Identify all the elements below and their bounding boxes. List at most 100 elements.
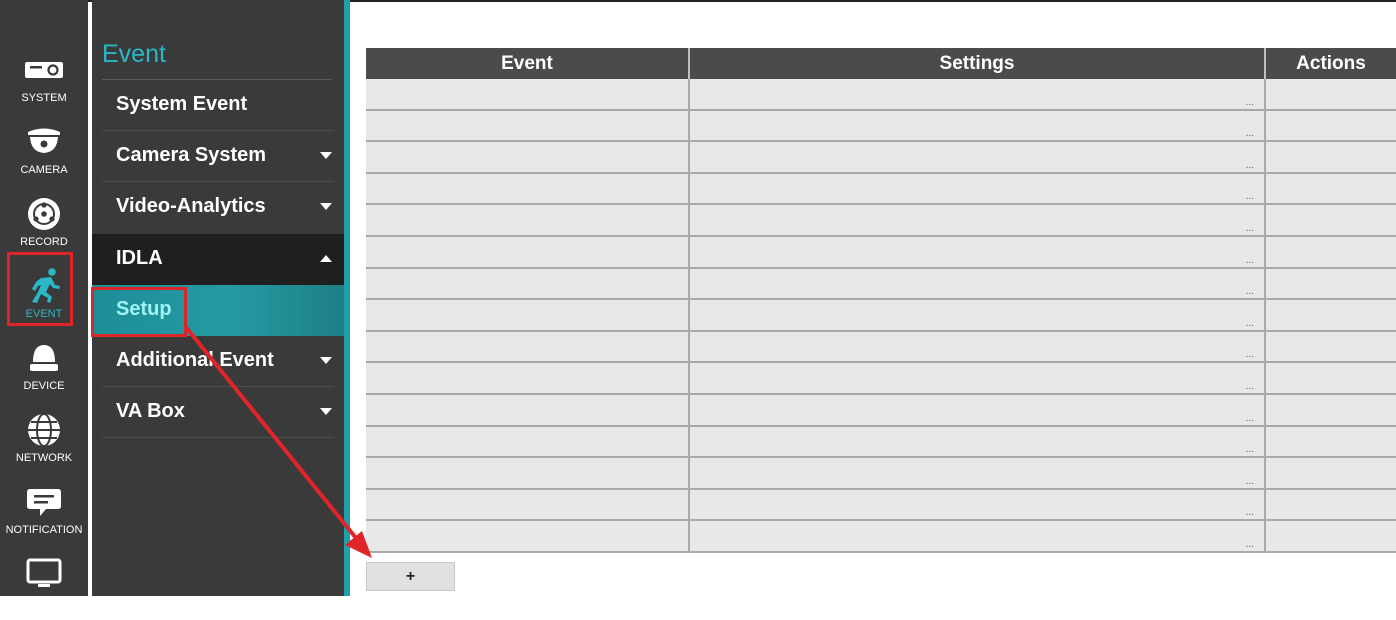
rail-system-label: SYSTEM (21, 92, 67, 104)
settings-ellipsis[interactable]: ... (1246, 413, 1254, 424)
actions-cell[interactable] (1266, 300, 1396, 332)
event-cell[interactable] (366, 79, 690, 111)
settings-cell[interactable]: ... (690, 426, 1266, 459)
actions-cell[interactable] (1266, 458, 1396, 490)
menu-item-camera-system[interactable]: Camera System (102, 131, 344, 182)
rail-device[interactable]: DEVICE (0, 332, 88, 404)
menu-item-system-event[interactable]: System Event (102, 80, 344, 131)
settings-cell[interactable]: ... (690, 521, 1266, 553)
menu-item-label: System Event (116, 93, 248, 115)
setup-highlight-box (91, 287, 187, 337)
menu-item-additional-event[interactable]: Additional Event (102, 336, 344, 387)
settings-cell[interactable]: ... (690, 173, 1266, 206)
settings-ellipsis[interactable]: ... (1246, 160, 1254, 171)
chevron-up-icon (320, 255, 332, 262)
settings-ellipsis[interactable]: ... (1246, 381, 1254, 392)
event-cell[interactable] (366, 268, 690, 301)
actions-cell[interactable] (1266, 142, 1396, 174)
rail-record[interactable]: RECORD (0, 188, 88, 260)
event-cell[interactable] (366, 237, 690, 269)
event-cell[interactable] (366, 426, 690, 459)
actions-cell[interactable] (1266, 268, 1396, 301)
actions-cell[interactable] (1266, 521, 1396, 553)
chevron-down-icon (320, 357, 332, 364)
table-row: ... (366, 426, 1396, 459)
add-event-button[interactable]: + (366, 562, 455, 591)
settings-ellipsis[interactable]: ... (1246, 476, 1254, 487)
event-cell[interactable] (366, 142, 690, 174)
settings-ellipsis[interactable]: ... (1246, 255, 1254, 266)
table-row: ... (366, 110, 1396, 143)
settings-cell[interactable]: ... (690, 237, 1266, 269)
actions-cell[interactable] (1266, 395, 1396, 427)
rail-network[interactable]: NETWORK (0, 404, 88, 476)
settings-cell[interactable]: ... (690, 268, 1266, 301)
event-cell[interactable] (366, 489, 690, 522)
settings-cell[interactable]: ... (690, 79, 1266, 111)
table-row: ... (366, 79, 1396, 111)
rail-system[interactable]: SYSTEM (0, 44, 88, 116)
actions-cell[interactable] (1266, 173, 1396, 206)
rail-display[interactable]: DISPLAY (0, 548, 88, 620)
settings-cell[interactable]: ... (690, 142, 1266, 174)
settings-cell[interactable]: ... (690, 300, 1266, 332)
settings-cell[interactable]: ... (690, 489, 1266, 522)
panel-divider (344, 0, 350, 596)
event-cell[interactable] (366, 363, 690, 395)
event-cell[interactable] (366, 395, 690, 427)
notification-icon (27, 489, 61, 516)
actions-cell[interactable] (1266, 489, 1396, 522)
actions-cell[interactable] (1266, 205, 1396, 237)
table-row: ... (366, 300, 1396, 332)
menu-item-va-box[interactable]: VA Box (102, 387, 344, 438)
settings-cell[interactable]: ... (690, 110, 1266, 143)
actions-cell[interactable] (1266, 79, 1396, 111)
settings-ellipsis[interactable]: ... (1246, 287, 1254, 297)
menu-item-label: VA Box (116, 400, 185, 422)
settings-cell[interactable]: ... (690, 331, 1266, 364)
settings-ellipsis[interactable]: ... (1246, 129, 1254, 139)
settings-cell[interactable]: ... (690, 458, 1266, 490)
settings-ellipsis[interactable]: ... (1246, 508, 1254, 518)
display-icon (26, 558, 62, 587)
rail-notification[interactable]: NOTIFICATION (0, 476, 88, 548)
menu-item-divider (102, 437, 334, 438)
settings-cell[interactable]: ... (690, 205, 1266, 237)
settings-ellipsis[interactable]: ... (1246, 445, 1254, 455)
rail-device-label: DEVICE (23, 380, 65, 392)
table-header: Event Settings Actions (366, 48, 1396, 79)
event-cell[interactable] (366, 458, 690, 490)
actions-cell[interactable] (1266, 426, 1396, 459)
table-row: ... (366, 268, 1396, 301)
system-icon (25, 62, 63, 78)
settings-ellipsis[interactable]: ... (1246, 97, 1254, 108)
event-cell[interactable] (366, 110, 690, 143)
actions-cell[interactable] (1266, 237, 1396, 269)
event-cell[interactable] (366, 521, 690, 553)
menu-item-label: IDLA (116, 247, 163, 269)
rail-camera[interactable]: CAMERA (0, 116, 88, 188)
event-cell[interactable] (366, 205, 690, 237)
settings-ellipsis[interactable]: ... (1246, 223, 1254, 234)
table-row: ... (366, 521, 1396, 553)
network-icon (28, 413, 60, 447)
rail-record-label: RECORD (20, 236, 68, 248)
event-cell[interactable] (366, 300, 690, 332)
settings-cell[interactable]: ... (690, 363, 1266, 395)
menu-item-video-analytics[interactable]: Video-Analytics (102, 182, 344, 233)
event-cell[interactable] (366, 331, 690, 364)
settings-cell[interactable]: ... (690, 395, 1266, 427)
actions-cell[interactable] (1266, 331, 1396, 364)
chevron-down-icon (320, 152, 332, 159)
menu-title: Event (102, 40, 166, 68)
settings-ellipsis[interactable]: ... (1246, 539, 1254, 550)
event-cell[interactable] (366, 173, 690, 206)
settings-ellipsis[interactable]: ... (1246, 192, 1254, 202)
menu-item-idla[interactable]: IDLA (92, 234, 344, 285)
column-header-settings: Settings (690, 48, 1266, 79)
settings-ellipsis[interactable]: ... (1246, 350, 1254, 360)
actions-cell[interactable] (1266, 110, 1396, 143)
settings-ellipsis[interactable]: ... (1246, 318, 1254, 329)
actions-cell[interactable] (1266, 363, 1396, 395)
table-row: ... (366, 331, 1396, 364)
